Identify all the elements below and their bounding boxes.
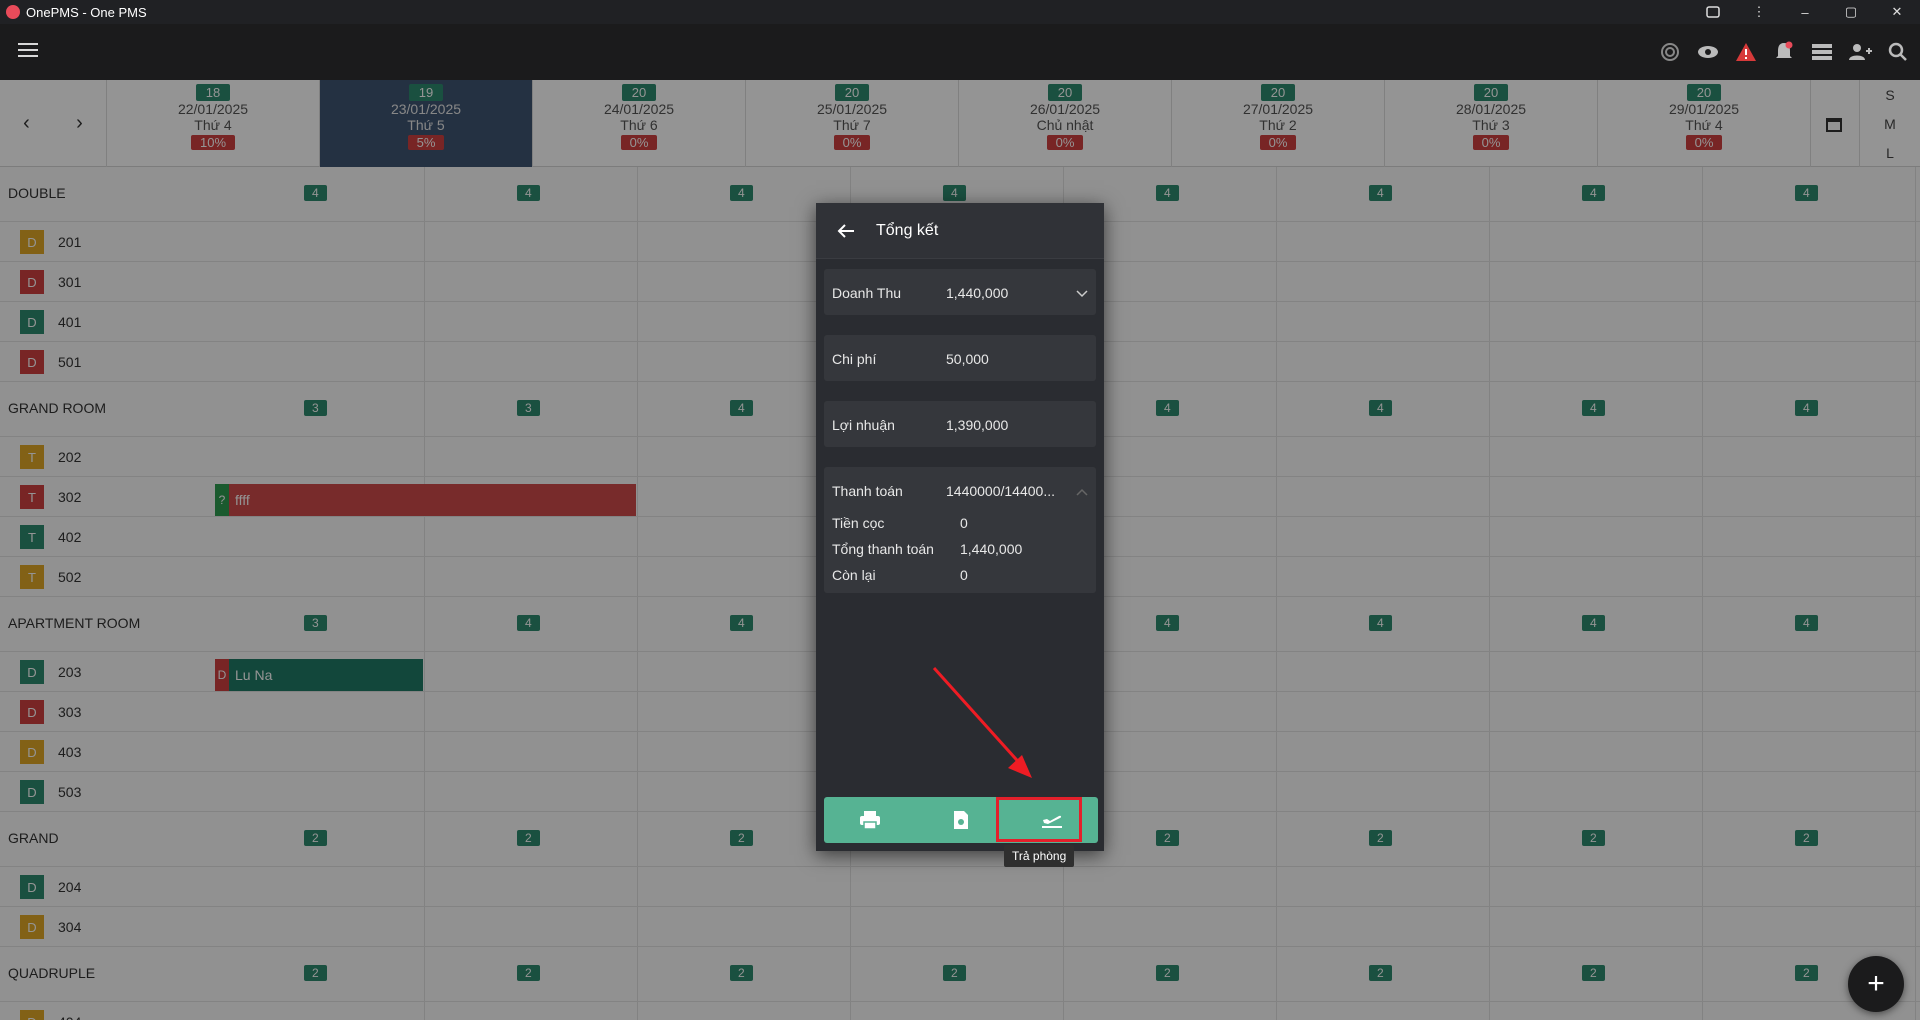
total-payment-row: Tổng thanh toán 1,440,000	[832, 541, 1022, 557]
profit-label: Lợi nhuận	[832, 417, 895, 433]
cost-card: Chi phí 50,000	[824, 335, 1096, 381]
dialog-title: Tổng kết	[876, 221, 939, 239]
warning-icon[interactable]	[1732, 38, 1760, 66]
cost-value: 50,000	[946, 351, 989, 367]
dialog-header: Tổng kết	[816, 203, 1104, 259]
more-vert-icon[interactable]: ⋮	[1736, 0, 1782, 24]
remaining-label: Còn lại	[832, 567, 876, 583]
eye-icon[interactable]	[1694, 38, 1722, 66]
fingerprint-icon[interactable]	[1656, 38, 1684, 66]
minimize-button[interactable]: –	[1782, 0, 1828, 24]
revenue-card[interactable]: Doanh Thu 1,440,000	[824, 269, 1096, 315]
window-title: OnePMS - One PMS	[26, 4, 147, 20]
close-window-button[interactable]: ✕	[1874, 0, 1920, 24]
payment-value: 1440000/14400...	[946, 483, 1055, 499]
total-payment-label: Tổng thanh toán	[832, 541, 934, 557]
invoice-button[interactable]	[915, 797, 1006, 843]
document-icon	[953, 811, 968, 829]
summary-dialog: Tổng kết Doanh Thu 1,440,000 Chi phí 50,…	[816, 203, 1104, 851]
checkout-tooltip: Trả phòng	[1004, 845, 1075, 867]
revenue-value: 1,440,000	[946, 285, 1009, 301]
window-titlebar: OnePMS - One PMS ⋮ – ▢ ✕	[0, 0, 1920, 24]
profit-value: 1,390,000	[946, 417, 1009, 433]
chevron-down-icon[interactable]	[1076, 285, 1088, 301]
checkout-highlight-box	[996, 797, 1082, 842]
add-user-icon[interactable]	[1846, 38, 1874, 66]
notification-bell-icon[interactable]	[1770, 38, 1798, 66]
print-button[interactable]	[824, 797, 915, 843]
cost-label: Chi phí	[832, 351, 877, 367]
menu-icon[interactable]	[18, 43, 38, 59]
payment-label: Thanh toán	[832, 483, 903, 499]
deposit-value: 0	[960, 515, 968, 531]
search-icon[interactable]	[1884, 38, 1912, 66]
print-icon	[859, 811, 880, 830]
add-fab-button[interactable]: +	[1848, 956, 1904, 1012]
maximize-button[interactable]: ▢	[1828, 0, 1874, 24]
total-payment-value: 1,440,000	[960, 541, 1023, 557]
list-view-icon[interactable]	[1808, 38, 1836, 66]
chevron-up-icon[interactable]	[1076, 483, 1088, 499]
extensions-icon[interactable]	[1690, 0, 1736, 24]
app-logo-icon	[6, 5, 20, 19]
payment-card[interactable]: Thanh toán 1440000/14400... Tiền cọc 0 T…	[824, 467, 1096, 593]
revenue-label: Doanh Thu	[832, 285, 902, 301]
app-bar	[0, 24, 1920, 80]
deposit-row: Tiền cọc 0	[832, 515, 968, 531]
deposit-label: Tiền cọc	[832, 515, 885, 531]
remaining-row: Còn lại 0	[832, 567, 968, 583]
back-arrow-icon[interactable]	[816, 223, 876, 239]
profit-card: Lợi nhuận 1,390,000	[824, 401, 1096, 447]
remaining-value: 0	[960, 567, 968, 583]
